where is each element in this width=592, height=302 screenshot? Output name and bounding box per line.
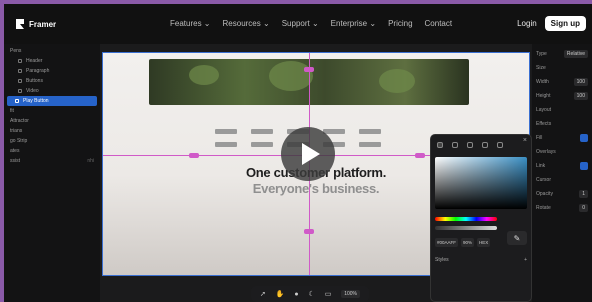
prop-row[interactable]: Overlays: [536, 145, 588, 159]
signup-button[interactable]: Sign up: [544, 16, 586, 31]
nav-item-features[interactable]: Features ⌄: [170, 19, 211, 28]
pointer-tool-icon[interactable]: ➚: [260, 290, 266, 298]
conic-gradient-icon[interactable]: [482, 142, 488, 148]
canvas-toolbar: ➚ ✋ ● ☾ ▭ 100%: [251, 286, 369, 302]
layers-panel: Pens Header Paragraph Buttons Video Play…: [4, 44, 100, 302]
customer-logo: [359, 142, 381, 147]
plant-shape: [189, 65, 219, 85]
link-swatch[interactable]: [580, 162, 588, 170]
prop-row[interactable]: Rotate 0: [536, 201, 588, 215]
nav-item-pricing[interactable]: Pricing: [388, 19, 412, 28]
brand[interactable]: Framer: [16, 19, 56, 29]
color-picker-popup: × ✎ #00AAFF 90% HEX Styles +: [430, 134, 532, 302]
nav-actions: Login Sign up: [517, 16, 586, 31]
hand-tool-icon[interactable]: ✋: [276, 290, 285, 298]
comment-tool-icon[interactable]: ●: [294, 291, 298, 298]
fill-swatch[interactable]: [580, 134, 588, 142]
customer-logo: [359, 129, 381, 134]
top-nav: Framer Features ⌄ Resources ⌄ Support ⌄ …: [4, 4, 592, 44]
hex-input[interactable]: #00AAFF: [435, 238, 459, 247]
play-button-icon[interactable]: [281, 127, 335, 181]
preview-icon[interactable]: ▭: [325, 290, 332, 298]
framer-logo-icon: [16, 19, 24, 29]
nav-menu: Features ⌄ Resources ⌄ Support ⌄ Enterpr…: [170, 19, 452, 28]
styles-section[interactable]: Styles +: [435, 257, 527, 263]
nav-item-resources[interactable]: Resources ⌄: [223, 19, 270, 28]
solid-fill-icon[interactable]: [437, 142, 443, 148]
layer-icon: [18, 59, 22, 63]
dark-mode-icon[interactable]: ☾: [309, 290, 315, 298]
layer-icon: [18, 89, 22, 93]
saturation-area[interactable]: [435, 157, 527, 209]
brand-name: Framer: [29, 19, 57, 29]
prop-row[interactable]: Opacity 1: [536, 187, 588, 201]
nav-item-support[interactable]: Support ⌄: [282, 19, 319, 28]
fill-type-tabs: [435, 139, 527, 151]
nav-item-enterprise[interactable]: Enterprise ⌄: [331, 19, 376, 28]
plant-shape: [269, 61, 313, 91]
linear-gradient-icon[interactable]: [452, 142, 458, 148]
nav-item-contact[interactable]: Contact: [425, 19, 453, 28]
prop-row[interactable]: Cursor: [536, 173, 588, 187]
close-icon[interactable]: ×: [523, 137, 527, 144]
eyedropper-icon[interactable]: ✎: [507, 231, 527, 245]
prop-row[interactable]: Type Relative: [536, 47, 588, 61]
resize-handle[interactable]: [304, 67, 314, 72]
layer-icon: [18, 69, 22, 73]
prop-section: Size: [536, 65, 546, 71]
format-select[interactable]: HEX: [477, 238, 491, 247]
customer-logo: [251, 142, 273, 147]
prop-row[interactable]: Effects: [536, 117, 588, 131]
layer-item[interactable]: Video: [10, 86, 94, 96]
layer-item[interactable]: go Strip: [10, 136, 94, 146]
alpha-slider[interactable]: [435, 226, 497, 230]
layer-item[interactable]: fit: [10, 106, 94, 116]
layer-item[interactable]: ates: [10, 146, 94, 156]
prop-row[interactable]: Link: [536, 159, 588, 173]
resize-handle[interactable]: [304, 229, 314, 234]
resize-handle[interactable]: [189, 153, 199, 158]
app-window: Framer Features ⌄ Resources ⌄ Support ⌄ …: [4, 4, 592, 302]
customer-logo: [215, 142, 237, 147]
layer-item-selected[interactable]: Play Button: [7, 96, 97, 106]
prop-row[interactable]: Height 100: [536, 89, 588, 103]
prop-section: Layout: [536, 107, 552, 113]
hue-slider[interactable]: [435, 217, 497, 221]
image-fill-icon[interactable]: [497, 142, 503, 148]
layer-item[interactable]: Pens: [10, 46, 94, 56]
customer-logo: [215, 129, 237, 134]
layer-item[interactable]: ssist nhi: [10, 156, 94, 166]
resize-handle[interactable]: [415, 153, 425, 158]
radial-gradient-icon[interactable]: [467, 142, 473, 148]
layer-item[interactable]: Buttons: [10, 76, 94, 86]
login-link[interactable]: Login: [517, 19, 537, 28]
layer-item[interactable]: Attractor: [10, 116, 94, 126]
prop-row[interactable]: Width 100: [536, 75, 588, 89]
prop-row[interactable]: Fill: [536, 131, 588, 145]
customer-logo: [251, 129, 273, 134]
layer-icon: [18, 79, 22, 83]
plant-shape: [379, 69, 415, 93]
add-icon[interactable]: +: [524, 257, 527, 263]
zoom-select[interactable]: 100%: [341, 290, 361, 298]
layer-item[interactable]: Header: [10, 56, 94, 66]
layer-item[interactable]: Paragraph: [10, 66, 94, 76]
layer-item[interactable]: trians: [10, 126, 94, 136]
properties-panel: Type Relative Size Width 100 Height 100 Lay…: [532, 44, 592, 302]
layer-icon: [15, 99, 19, 103]
opacity-input[interactable]: 90%: [461, 238, 475, 247]
